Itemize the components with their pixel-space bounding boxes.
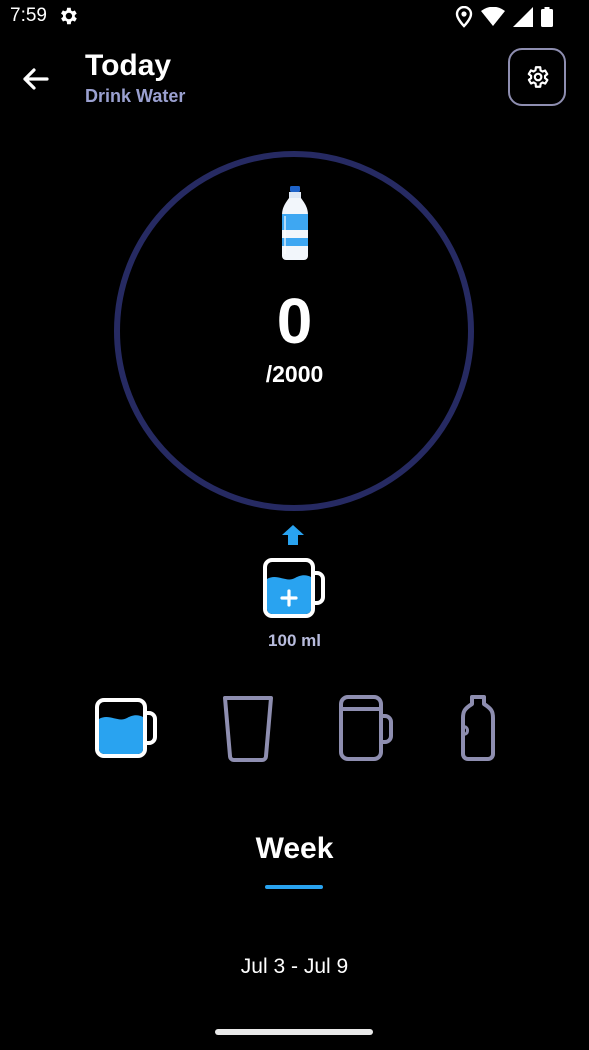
home-indicator[interactable] <box>215 1029 373 1035</box>
beer-mug-option[interactable] <box>338 694 396 762</box>
page-subtitle: Drink Water <box>85 86 186 106</box>
date-range: Jul 3 - Jul 9 <box>240 955 349 978</box>
intake-goal: /2000 <box>265 361 324 387</box>
settings-status-icon <box>61 7 77 25</box>
add-water-button[interactable] <box>262 557 326 619</box>
arrow-up-icon <box>282 525 304 545</box>
gear-icon <box>527 66 549 88</box>
page-title: Today <box>85 49 172 82</box>
back-button[interactable] <box>18 62 52 96</box>
status-time: 7:59 <box>10 5 47 26</box>
intake-amount: 0 <box>276 285 313 357</box>
water-bottle-icon <box>282 186 308 260</box>
mug-option-selected[interactable] <box>94 694 158 762</box>
settings-button[interactable] <box>508 48 566 106</box>
arrow-left-icon <box>23 68 49 90</box>
glass-option[interactable] <box>222 694 274 762</box>
serving-size-label: 100 ml <box>268 631 321 650</box>
tab-week[interactable]: Week <box>0 832 589 866</box>
battery-icon <box>541 7 553 27</box>
tab-indicator <box>265 885 323 889</box>
signal-icon <box>513 7 533 27</box>
location-icon <box>455 6 473 28</box>
bottle-option[interactable] <box>460 694 496 762</box>
status-icons <box>455 6 553 28</box>
wifi-icon <box>481 7 505 26</box>
